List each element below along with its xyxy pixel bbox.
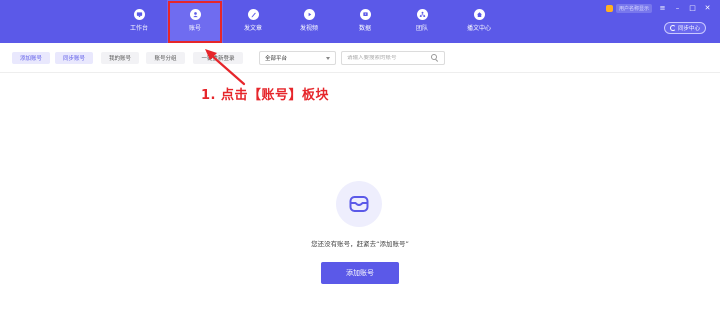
nav-item-publish-video[interactable]: 发视频 bbox=[281, 0, 337, 43]
annotation-instruction: 1. 点击【账号】板块 bbox=[201, 88, 330, 103]
account-search-input[interactable] bbox=[347, 55, 431, 61]
nav-label-account: 账号 bbox=[188, 25, 201, 32]
nav-item-broadcast-center[interactable]: 播文中心 bbox=[451, 0, 507, 43]
hamburger-icon[interactable]: ≡ bbox=[658, 4, 667, 13]
top-nav-bar: 工作台 账号 发文章 发视频 数据 团队 播文中心 用户名称显示 ≡ – □ ✕… bbox=[0, 0, 720, 43]
app-window: 工作台 账号 发文章 发视频 数据 团队 播文中心 用户名称显示 ≡ – □ ✕… bbox=[0, 0, 720, 316]
my-accounts-button[interactable]: 我的账号 bbox=[101, 52, 139, 64]
close-icon[interactable]: ✕ bbox=[703, 4, 712, 13]
inbox-icon bbox=[336, 181, 382, 227]
search-icon[interactable] bbox=[431, 54, 439, 62]
user-icon bbox=[189, 9, 201, 20]
nav-label-broadcast-center: 播文中心 bbox=[466, 25, 491, 32]
chart-icon bbox=[359, 9, 371, 20]
nav-label-data: 数据 bbox=[358, 25, 371, 32]
window-controls: 用户名称显示 ≡ – □ ✕ bbox=[605, 3, 712, 13]
nav-item-account[interactable]: 账号 bbox=[167, 0, 223, 43]
minimize-icon[interactable]: – bbox=[673, 4, 682, 13]
account-groups-button[interactable]: 账号分组 bbox=[146, 52, 185, 64]
platform-select-value: 全部平台 bbox=[265, 56, 288, 62]
nav-label-team: 团队 bbox=[415, 25, 428, 32]
account-search bbox=[341, 51, 445, 65]
pen-icon bbox=[247, 9, 259, 20]
account-menu[interactable]: 用户名称显示 bbox=[605, 3, 652, 13]
nav-label-workbench: 工作台 bbox=[129, 25, 148, 32]
nav-item-publish-article[interactable]: 发文章 bbox=[225, 0, 281, 43]
maximize-icon[interactable]: □ bbox=[688, 4, 697, 13]
crown-icon bbox=[605, 4, 613, 12]
team-icon bbox=[416, 9, 428, 20]
nav-label-publish-video: 发视频 bbox=[299, 25, 318, 32]
empty-state-message: 您还没有账号，赶紧去“添加账号” bbox=[311, 240, 409, 248]
chevron-down-icon bbox=[326, 56, 330, 60]
monitor-icon bbox=[133, 9, 145, 20]
account-toolbar: 添加账号 同步账号 我的账号 账号分组 一键重新登录 全部平台 bbox=[0, 43, 720, 73]
home-icon bbox=[473, 9, 485, 20]
add-account-toolbar-button[interactable]: 添加账号 bbox=[12, 52, 50, 64]
refresh-icon bbox=[669, 25, 676, 31]
play-icon bbox=[303, 9, 315, 20]
nav-label-publish-article: 发文章 bbox=[243, 25, 262, 32]
nav-item-team[interactable]: 团队 bbox=[394, 0, 450, 43]
one-click-login-button[interactable]: 一键重新登录 bbox=[193, 52, 243, 64]
nav-item-workbench[interactable]: 工作台 bbox=[111, 0, 167, 43]
sync-account-button[interactable]: 同步账号 bbox=[55, 52, 93, 64]
sync-center-button[interactable]: 同步中心 bbox=[663, 22, 706, 34]
add-account-button[interactable]: 添加账号 bbox=[321, 262, 399, 284]
nav-item-data[interactable]: 数据 bbox=[337, 0, 393, 43]
sync-center-label: 同步中心 bbox=[677, 26, 700, 32]
account-name: 用户名称显示 bbox=[615, 3, 652, 13]
platform-select[interactable]: 全部平台 bbox=[259, 51, 336, 65]
